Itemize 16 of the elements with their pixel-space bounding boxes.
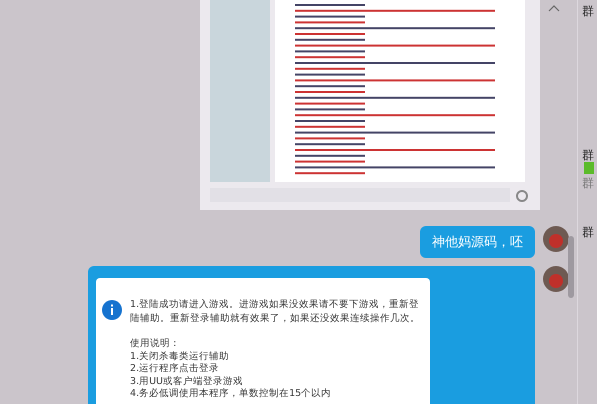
scrollbar-thumb[interactable] [568,236,574,298]
collapse-chevron-icon[interactable] [548,5,560,12]
group-label[interactable]: 群 [582,225,594,239]
group-thumbnail-icon [584,162,594,174]
avatar-icon[interactable] [543,266,570,292]
instruction-step: 3.用UU或客户端登录游戏 [130,376,424,388]
instructions-heading: 使用说明： [130,338,182,350]
instruction-step: 1.关闭杀毒类运行辅助 [130,350,424,363]
info-icon [102,300,122,320]
group-label[interactable]: 群 [582,4,594,18]
instruction-step: 4.务必低调使用本程序，单数控制在15个以内 [130,388,424,400]
avatar-icon[interactable] [543,226,570,252]
dialog-paragraph: 1.登陆成功请进入游戏。进游戏如果没效果请不要下游戏，重新登陆辅助。重新登录辅助就有效果了，如果还没效果连续操作几次。 [130,298,422,326]
instruction-step: 2.运行程序点击登录 [130,363,424,376]
message-bubble: 神他妈源码，呸 [420,226,536,258]
group-label[interactable]: 群 [582,148,594,162]
